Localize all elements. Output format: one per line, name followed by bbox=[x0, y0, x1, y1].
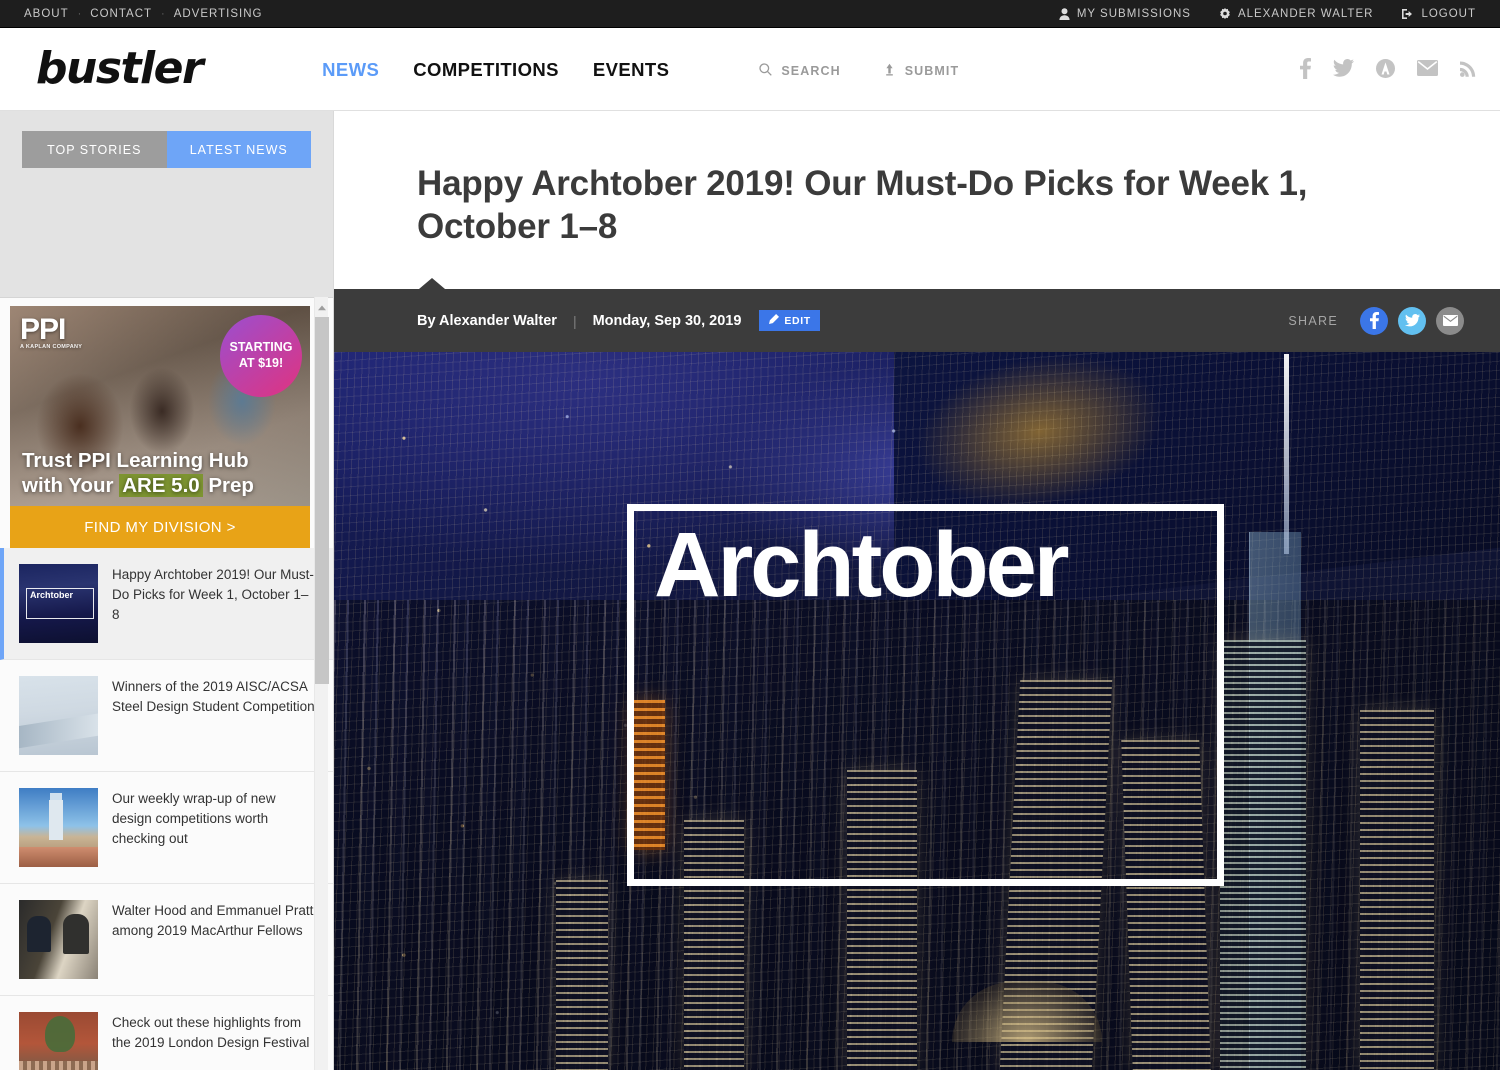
list-item[interactable]: Our weekly wrap-up of new design competi… bbox=[0, 772, 333, 884]
share-email-button[interactable] bbox=[1436, 306, 1464, 335]
story-thumbnail bbox=[19, 1012, 98, 1070]
pencil-icon bbox=[768, 313, 780, 328]
ad-headline: Trust PPI Learning Hub with Your ARE 5.0… bbox=[22, 448, 300, 498]
submit-button[interactable]: SUBMIT bbox=[883, 63, 960, 79]
list-item[interactable]: Walter Hood and Emmanuel Pratt among 201… bbox=[0, 884, 333, 996]
article-header: Happy Archtober 2019! Our Must-Do Picks … bbox=[334, 111, 1500, 289]
article-main: Happy Archtober 2019! Our Must-Do Picks … bbox=[333, 111, 1500, 1070]
social-links bbox=[1300, 55, 1476, 84]
share-facebook-button[interactable] bbox=[1360, 306, 1388, 335]
sidebar-scroll-area: PPI A KAPLAN COMPANY STARTING AT $19! Tr… bbox=[0, 297, 333, 1070]
story-thumbnail bbox=[19, 564, 98, 643]
topbar-separator: · bbox=[161, 7, 165, 20]
nav-tools: SEARCH SUBMIT bbox=[759, 60, 959, 79]
article-date: Monday, Sep 30, 2019 bbox=[592, 312, 742, 329]
hero-tower bbox=[1360, 710, 1435, 1070]
byline-notch bbox=[419, 278, 445, 289]
main-navigation-bar: bustler NEWS COMPETITIONS EVENTS SEARCH … bbox=[0, 28, 1500, 111]
page-body: TOP STORIES LATEST NEWS PPI A KAPLAN COM… bbox=[0, 111, 1500, 1070]
sidebar-tabs: TOP STORIES LATEST NEWS bbox=[0, 111, 333, 185]
story-title: Happy Archtober 2019! Our Must-Do Picks … bbox=[112, 567, 314, 622]
topbar-link-advertising[interactable]: ADVERTISING bbox=[174, 8, 263, 20]
share-section: SHARE bbox=[1288, 306, 1464, 335]
topbar-link-contact[interactable]: CONTACT bbox=[90, 8, 152, 20]
ad-brand-logo: PPI A KAPLAN COMPANY bbox=[20, 313, 83, 350]
archtober-wordmark: Archtober bbox=[654, 514, 1070, 616]
list-item[interactable]: Happy Archtober 2019! Our Must-Do Picks … bbox=[0, 548, 333, 660]
sidebar-advertisement[interactable]: PPI A KAPLAN COMPANY STARTING AT $19! Tr… bbox=[10, 306, 310, 548]
edit-label: EDIT bbox=[784, 314, 811, 327]
logout-label: LOGOUT bbox=[1421, 7, 1476, 20]
ad-badge-line1: STARTING bbox=[229, 340, 293, 355]
search-icon bbox=[759, 62, 773, 79]
top-utility-bar: ABOUT · CONTACT · ADVERTISING MY SUBMISS… bbox=[0, 0, 1500, 28]
story-thumbnail bbox=[19, 788, 98, 867]
share-label: SHARE bbox=[1288, 313, 1338, 328]
topbar-link-about[interactable]: ABOUT bbox=[24, 8, 69, 20]
hero-spire bbox=[1284, 354, 1290, 554]
sidebar: TOP STORIES LATEST NEWS PPI A KAPLAN COM… bbox=[0, 111, 333, 1070]
gear-icon bbox=[1219, 7, 1231, 20]
nav-link-events[interactable]: EVENTS bbox=[593, 59, 669, 81]
story-thumbnail bbox=[19, 676, 98, 755]
archinect-icon[interactable] bbox=[1376, 58, 1395, 83]
topbar-separator: · bbox=[77, 7, 82, 20]
ad-headline-line1: Trust PPI Learning Hub bbox=[22, 449, 249, 472]
tab-top-stories[interactable]: TOP STORIES bbox=[22, 131, 167, 168]
nav-link-news[interactable]: NEWS bbox=[322, 59, 379, 81]
ad-headline-highlight: ARE 5.0 bbox=[119, 474, 203, 497]
topbar-left-links: ABOUT · CONTACT · ADVERTISING bbox=[24, 8, 262, 20]
my-submissions-link[interactable]: MY SUBMISSIONS bbox=[1059, 8, 1191, 20]
archtober-logo-frame: Archtober bbox=[627, 504, 1224, 886]
list-item[interactable]: Check out these highlights from the 2019… bbox=[0, 996, 333, 1070]
ad-price-badge: STARTING AT $19! bbox=[220, 315, 302, 397]
my-submissions-label: MY SUBMISSIONS bbox=[1076, 7, 1191, 20]
story-title: Winners of the 2019 AISC/ACSA Steel Desi… bbox=[112, 679, 315, 714]
twitter-icon[interactable] bbox=[1333, 59, 1354, 82]
ad-photo: PPI A KAPLAN COMPANY STARTING AT $19! Tr… bbox=[10, 306, 310, 506]
article-byline-bar: By Alexander Walter | Monday, Sep 30, 20… bbox=[334, 278, 1500, 352]
list-item[interactable]: Winners of the 2019 AISC/ACSA Steel Desi… bbox=[0, 660, 333, 772]
tab-latest-news[interactable]: LATEST NEWS bbox=[166, 131, 311, 168]
share-twitter-button[interactable] bbox=[1398, 306, 1426, 335]
logout-link[interactable]: LOGOUT bbox=[1401, 8, 1476, 20]
hero-tower bbox=[555, 880, 608, 1070]
ad-headline-line2-post: Prep bbox=[202, 474, 254, 497]
nav-link-competitions[interactable]: COMPETITIONS bbox=[413, 59, 559, 81]
search-button[interactable]: SEARCH bbox=[759, 62, 841, 79]
story-thumbnail bbox=[19, 900, 98, 979]
rss-icon[interactable] bbox=[1460, 60, 1476, 82]
facebook-icon[interactable] bbox=[1300, 57, 1311, 84]
sidebar-scrollbar[interactable] bbox=[314, 297, 329, 1070]
email-icon[interactable] bbox=[1417, 60, 1438, 81]
story-title: Our weekly wrap-up of new design competi… bbox=[112, 791, 276, 846]
upload-icon bbox=[883, 63, 896, 79]
account-link[interactable]: ALEXANDER WALTER bbox=[1219, 7, 1374, 20]
logout-icon bbox=[1401, 8, 1414, 20]
search-label: SEARCH bbox=[781, 63, 841, 78]
article-hero-image: Archtober bbox=[334, 352, 1500, 1070]
story-title: Check out these highlights from the 2019… bbox=[112, 1015, 310, 1050]
primary-nav-links: NEWS COMPETITIONS EVENTS bbox=[322, 57, 669, 81]
ad-cta-button[interactable]: FIND MY DIVISION > bbox=[10, 506, 310, 548]
sidebar-scrollbar-thumb[interactable] bbox=[315, 317, 329, 684]
submit-label: SUBMIT bbox=[904, 63, 960, 78]
site-logo[interactable]: bustler bbox=[36, 47, 204, 91]
user-icon bbox=[1059, 7, 1070, 20]
hero-tower bbox=[1220, 640, 1307, 1070]
story-title: Walter Hood and Emmanuel Pratt among 201… bbox=[112, 903, 314, 938]
topbar-right-links: MY SUBMISSIONS ALEXANDER WALTER LOGOUT bbox=[1059, 7, 1476, 20]
ad-brand-name: PPI bbox=[20, 313, 66, 346]
account-name-label: ALEXANDER WALTER bbox=[1237, 7, 1374, 20]
ad-badge-line2: AT $19! bbox=[238, 356, 284, 370]
ad-headline-line2-pre: with Your bbox=[22, 474, 120, 497]
edit-button[interactable]: EDIT bbox=[759, 310, 820, 331]
byline-divider: | bbox=[572, 312, 577, 329]
ad-brand-subtitle: A KAPLAN COMPANY bbox=[20, 343, 83, 350]
article-author: By Alexander Walter bbox=[417, 312, 557, 329]
scroll-up-arrow-icon[interactable] bbox=[316, 301, 328, 313]
page-title: Happy Archtober 2019! Our Must-Do Picks … bbox=[417, 164, 1308, 246]
ad-headline-line2: with Your ARE 5.0 Prep bbox=[22, 473, 300, 498]
